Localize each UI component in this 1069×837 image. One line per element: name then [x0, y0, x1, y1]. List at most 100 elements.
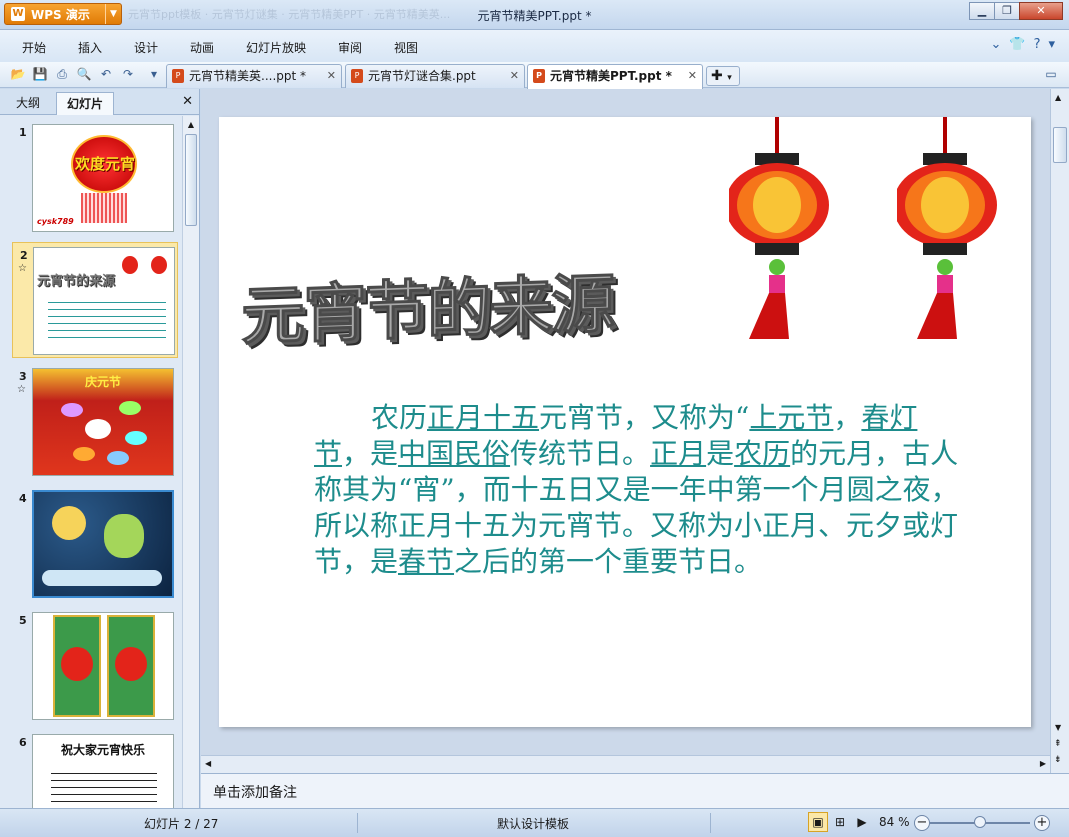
body-link[interactable]: 中国民俗 [398, 437, 510, 470]
body-text-run: 传统节日。 [510, 437, 651, 470]
tassel-graphic [81, 193, 127, 223]
zoom-slider-knob[interactable] [974, 816, 986, 828]
slide-thumbnail-6[interactable]: 6 祝大家元宵快乐 [12, 730, 178, 808]
scroll-down-icon[interactable]: ▼ [1055, 723, 1061, 732]
menu-bar: 开始 插入 设计 动画 幻灯片放映 审阅 视图 ⌄ 👕 ? ▾ [0, 30, 1069, 62]
slide-counter: 幻灯片 2 / 27 [144, 817, 219, 831]
print-preview-icon[interactable]: 🔍 [76, 66, 92, 82]
scroll-right-icon[interactable]: ▶ [1040, 759, 1046, 768]
open-folder-icon[interactable]: 📂 [10, 66, 26, 82]
template-name[interactable]: 默认设计模板 [497, 815, 569, 832]
save-icon[interactable]: 💾 [32, 66, 48, 82]
bubble-graphic [125, 431, 147, 445]
scroll-up-icon[interactable]: ▲ [1055, 93, 1061, 102]
mascot-graphic [104, 514, 144, 558]
thumbnail-image: 元宵节的来源 [33, 247, 175, 355]
tab-outline[interactable]: 大纲 [6, 92, 50, 115]
slide-thumbnail-4[interactable]: 4 [12, 486, 178, 602]
slide-thumbnail-3[interactable]: 3 ☆ 庆元节 [12, 364, 178, 480]
menu-insert[interactable]: 插入 [78, 39, 102, 56]
redo-icon[interactable]: ↷ [120, 66, 136, 82]
customize-toolbar-icon[interactable]: ▾ [146, 66, 162, 82]
bubble-graphic [61, 403, 83, 417]
slideshow-icon[interactable]: ▶ [852, 812, 872, 832]
slide-number: 5 [19, 614, 27, 627]
menu-review[interactable]: 审阅 [338, 39, 362, 56]
skin-shirt-icon[interactable]: 👕 [1009, 37, 1025, 52]
new-tab-button[interactable]: ✚ ▾ [706, 66, 740, 86]
thumbnail-scrollbar[interactable]: ▲ [182, 116, 199, 808]
zoom-out-icon[interactable]: − [914, 815, 930, 831]
body-link[interactable]: 上元节 [749, 401, 833, 434]
slide-vertical-scrollbar[interactable]: ▲ ▼ ⇞ ⇟ [1050, 89, 1069, 773]
ppt-file-icon: P [351, 69, 363, 83]
scroll-up-icon[interactable]: ▲ [185, 120, 197, 132]
bubble-graphic [73, 447, 95, 461]
doc-tab-2[interactable]: P 元宵节灯谜合集.ppt ✕ [345, 64, 525, 88]
chevron-down-icon[interactable]: ▾ [727, 73, 732, 83]
next-slide-icon[interactable]: ⇟ [1054, 755, 1062, 765]
animation-star-icon: ☆ [17, 384, 26, 395]
tab-slides[interactable]: 幻灯片 [56, 92, 115, 115]
help-icon[interactable]: ? [1034, 37, 1041, 52]
scrollbar-thumb[interactable] [185, 134, 197, 226]
notes-placeholder: 单击添加备注 [213, 785, 297, 801]
status-bar: 幻灯片 2 / 27 默认设计模板 ▣ ⊞ ▶ 84 % − + [0, 808, 1069, 837]
close-tab-icon[interactable]: ✕ [688, 65, 697, 87]
slide-thumbnail-1[interactable]: 1 欢度元宵 cysk789 [12, 120, 178, 236]
slide-title[interactable]: 元宵节的来源 [241, 253, 614, 358]
collapse-ribbon-icon[interactable]: ⌄ [990, 37, 1001, 52]
lantern-icon [61, 647, 93, 681]
doc-tab-label: 元宵节灯谜合集.ppt [368, 69, 476, 83]
slide-number: 3 [19, 370, 27, 383]
slide-canvas[interactable]: 元宵节的来源 农历正月十五元宵节，又称为“上元节，春灯节，是中国民俗传统节日。正… [219, 117, 1031, 727]
bubble-graphic [119, 401, 141, 415]
body-text-run: ， [833, 401, 862, 434]
zoom-in-icon[interactable]: + [1034, 815, 1050, 831]
close-icon[interactable]: ✕ [182, 94, 193, 109]
thumbnail-caption: 欢度元宵 [74, 155, 135, 173]
ppt-file-icon: P [172, 69, 184, 83]
previous-slide-icon[interactable]: ⇞ [1054, 739, 1062, 749]
thumbnail-list: 1 欢度元宵 cysk789 2 ☆ 元宵节的来源 3 ☆ 庆元节 4 5 6 … [0, 116, 183, 808]
slide-number: 4 [19, 492, 27, 505]
print-icon[interactable]: ⎙ [54, 66, 70, 82]
maximize-button[interactable]: ❐ [994, 2, 1020, 20]
body-text-run: 是 [706, 437, 735, 470]
doc-tab-label: 元宵节精美PPT.ppt * [550, 69, 672, 83]
menu-animation[interactable]: 动画 [190, 39, 214, 56]
menu-design[interactable]: 设计 [134, 39, 158, 56]
lantern-graphic [897, 117, 997, 339]
close-tab-icon[interactable]: ✕ [510, 65, 519, 87]
menu-slideshow[interactable]: 幻灯片放映 [246, 39, 306, 56]
bubble-graphic [107, 451, 129, 465]
body-link[interactable]: 农历 [734, 437, 790, 470]
panel-tabs: 大纲 幻灯片 ✕ [0, 89, 199, 115]
scroll-left-icon[interactable]: ◀ [205, 759, 211, 768]
minimize-button[interactable]: ▁ [969, 2, 995, 20]
window-title: 元宵节精美PPT.ppt * [477, 9, 592, 23]
body-link[interactable]: 春节 [398, 545, 454, 578]
window-layout-icon[interactable]: ▭ [1043, 66, 1059, 82]
doc-tab-3[interactable]: P 元宵节精美PPT.ppt * ✕ [527, 64, 703, 89]
close-tab-icon[interactable]: ✕ [327, 65, 336, 87]
normal-view-icon[interactable]: ▣ [808, 812, 828, 832]
slide-thumbnail-5[interactable]: 5 [12, 608, 178, 724]
close-button[interactable]: ✕ [1019, 2, 1063, 20]
slides-panel: 大纲 幻灯片 ✕ 1 欢度元宵 cysk789 2 ☆ 元宵节的来源 3 ☆ 庆… [0, 89, 200, 808]
scrollbar-thumb[interactable] [1053, 127, 1067, 163]
thumbnail-image: 庆元节 [32, 368, 174, 476]
slide-horizontal-scrollbar[interactable]: ◀ ▶ [201, 755, 1050, 773]
slide-sorter-icon[interactable]: ⊞ [830, 812, 850, 832]
chevron-down-icon[interactable]: ▾ [1048, 37, 1055, 52]
divider [357, 813, 358, 833]
menu-view[interactable]: 视图 [394, 39, 418, 56]
doc-tab-1[interactable]: P 元宵节精美英....ppt * ✕ [166, 64, 342, 88]
body-link[interactable]: 正月十五 [427, 401, 539, 434]
menu-start[interactable]: 开始 [22, 39, 46, 56]
slide-body-text[interactable]: 农历正月十五元宵节，又称为“上元节，春灯节，是中国民俗传统节日。正月是农历的元月… [314, 400, 964, 580]
slide-thumbnail-2[interactable]: 2 ☆ 元宵节的来源 [12, 242, 178, 358]
body-link[interactable]: 正月 [650, 437, 706, 470]
notes-pane[interactable]: 单击添加备注 [201, 773, 1069, 808]
undo-icon[interactable]: ↶ [98, 66, 114, 82]
